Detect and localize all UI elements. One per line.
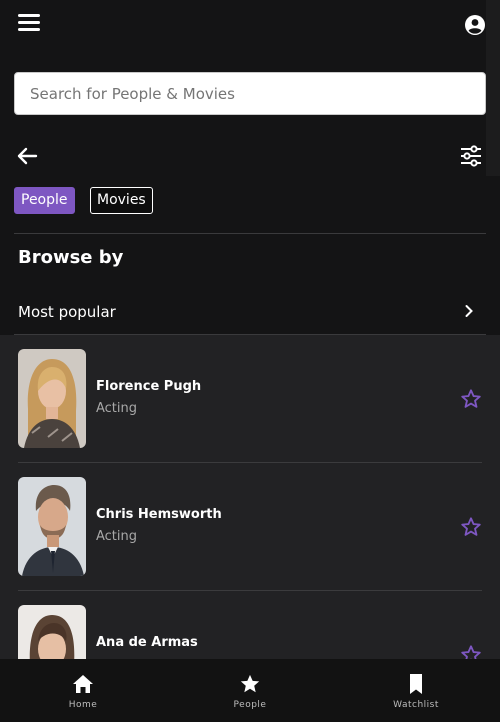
avatar: [18, 605, 86, 659]
divider: [14, 233, 486, 234]
person-department: Acting: [96, 529, 138, 544]
nav-label: Home: [68, 700, 98, 710]
nav-watchlist[interactable]: Watchlist: [356, 659, 476, 722]
category-label: Most popular: [18, 303, 116, 321]
sliders-icon[interactable]: [460, 145, 482, 167]
bookmark-icon: [410, 674, 422, 694]
most-popular-row[interactable]: Most popular: [18, 298, 482, 328]
person-name: Chris Hemsworth: [96, 507, 222, 522]
person-name: Ana de Armas: [96, 635, 198, 650]
nav-people[interactable]: People: [190, 659, 310, 722]
search-input[interactable]: [14, 72, 486, 115]
star-outline-icon[interactable]: [460, 644, 482, 659]
scrollbar-track: [486, 0, 500, 176]
section-title: Browse by: [18, 247, 124, 268]
arrow-left-icon[interactable]: [16, 146, 38, 166]
list-item[interactable]: Florence Pugh Acting: [18, 335, 482, 463]
chevron-right-icon: [465, 305, 473, 317]
bottom-navigation: Home People Watchlist: [0, 659, 500, 722]
person-department: Acting: [96, 401, 138, 416]
list-item[interactable]: Chris Hemsworth Acting: [18, 463, 482, 591]
search-bar: [14, 72, 486, 115]
list-item[interactable]: Ana de Armas: [18, 591, 482, 659]
nav-label: Watchlist: [393, 700, 439, 710]
star-icon: [240, 674, 260, 693]
avatar: [18, 349, 86, 448]
hamburger-menu-icon[interactable]: [18, 14, 40, 32]
tab-people[interactable]: People: [14, 187, 75, 214]
star-outline-icon[interactable]: [460, 388, 482, 410]
nav-label: People: [233, 700, 267, 710]
home-icon: [73, 675, 93, 693]
avatar: [18, 477, 86, 576]
person-name: Florence Pugh: [96, 379, 202, 394]
account-circle-icon[interactable]: [465, 15, 485, 35]
top-app-bar: [0, 0, 500, 50]
people-list: Florence Pugh Acting Chris Hemsworth Act…: [0, 335, 500, 659]
star-outline-icon[interactable]: [460, 516, 482, 538]
nav-home[interactable]: Home: [23, 659, 143, 722]
tab-movies[interactable]: Movies: [90, 187, 153, 214]
